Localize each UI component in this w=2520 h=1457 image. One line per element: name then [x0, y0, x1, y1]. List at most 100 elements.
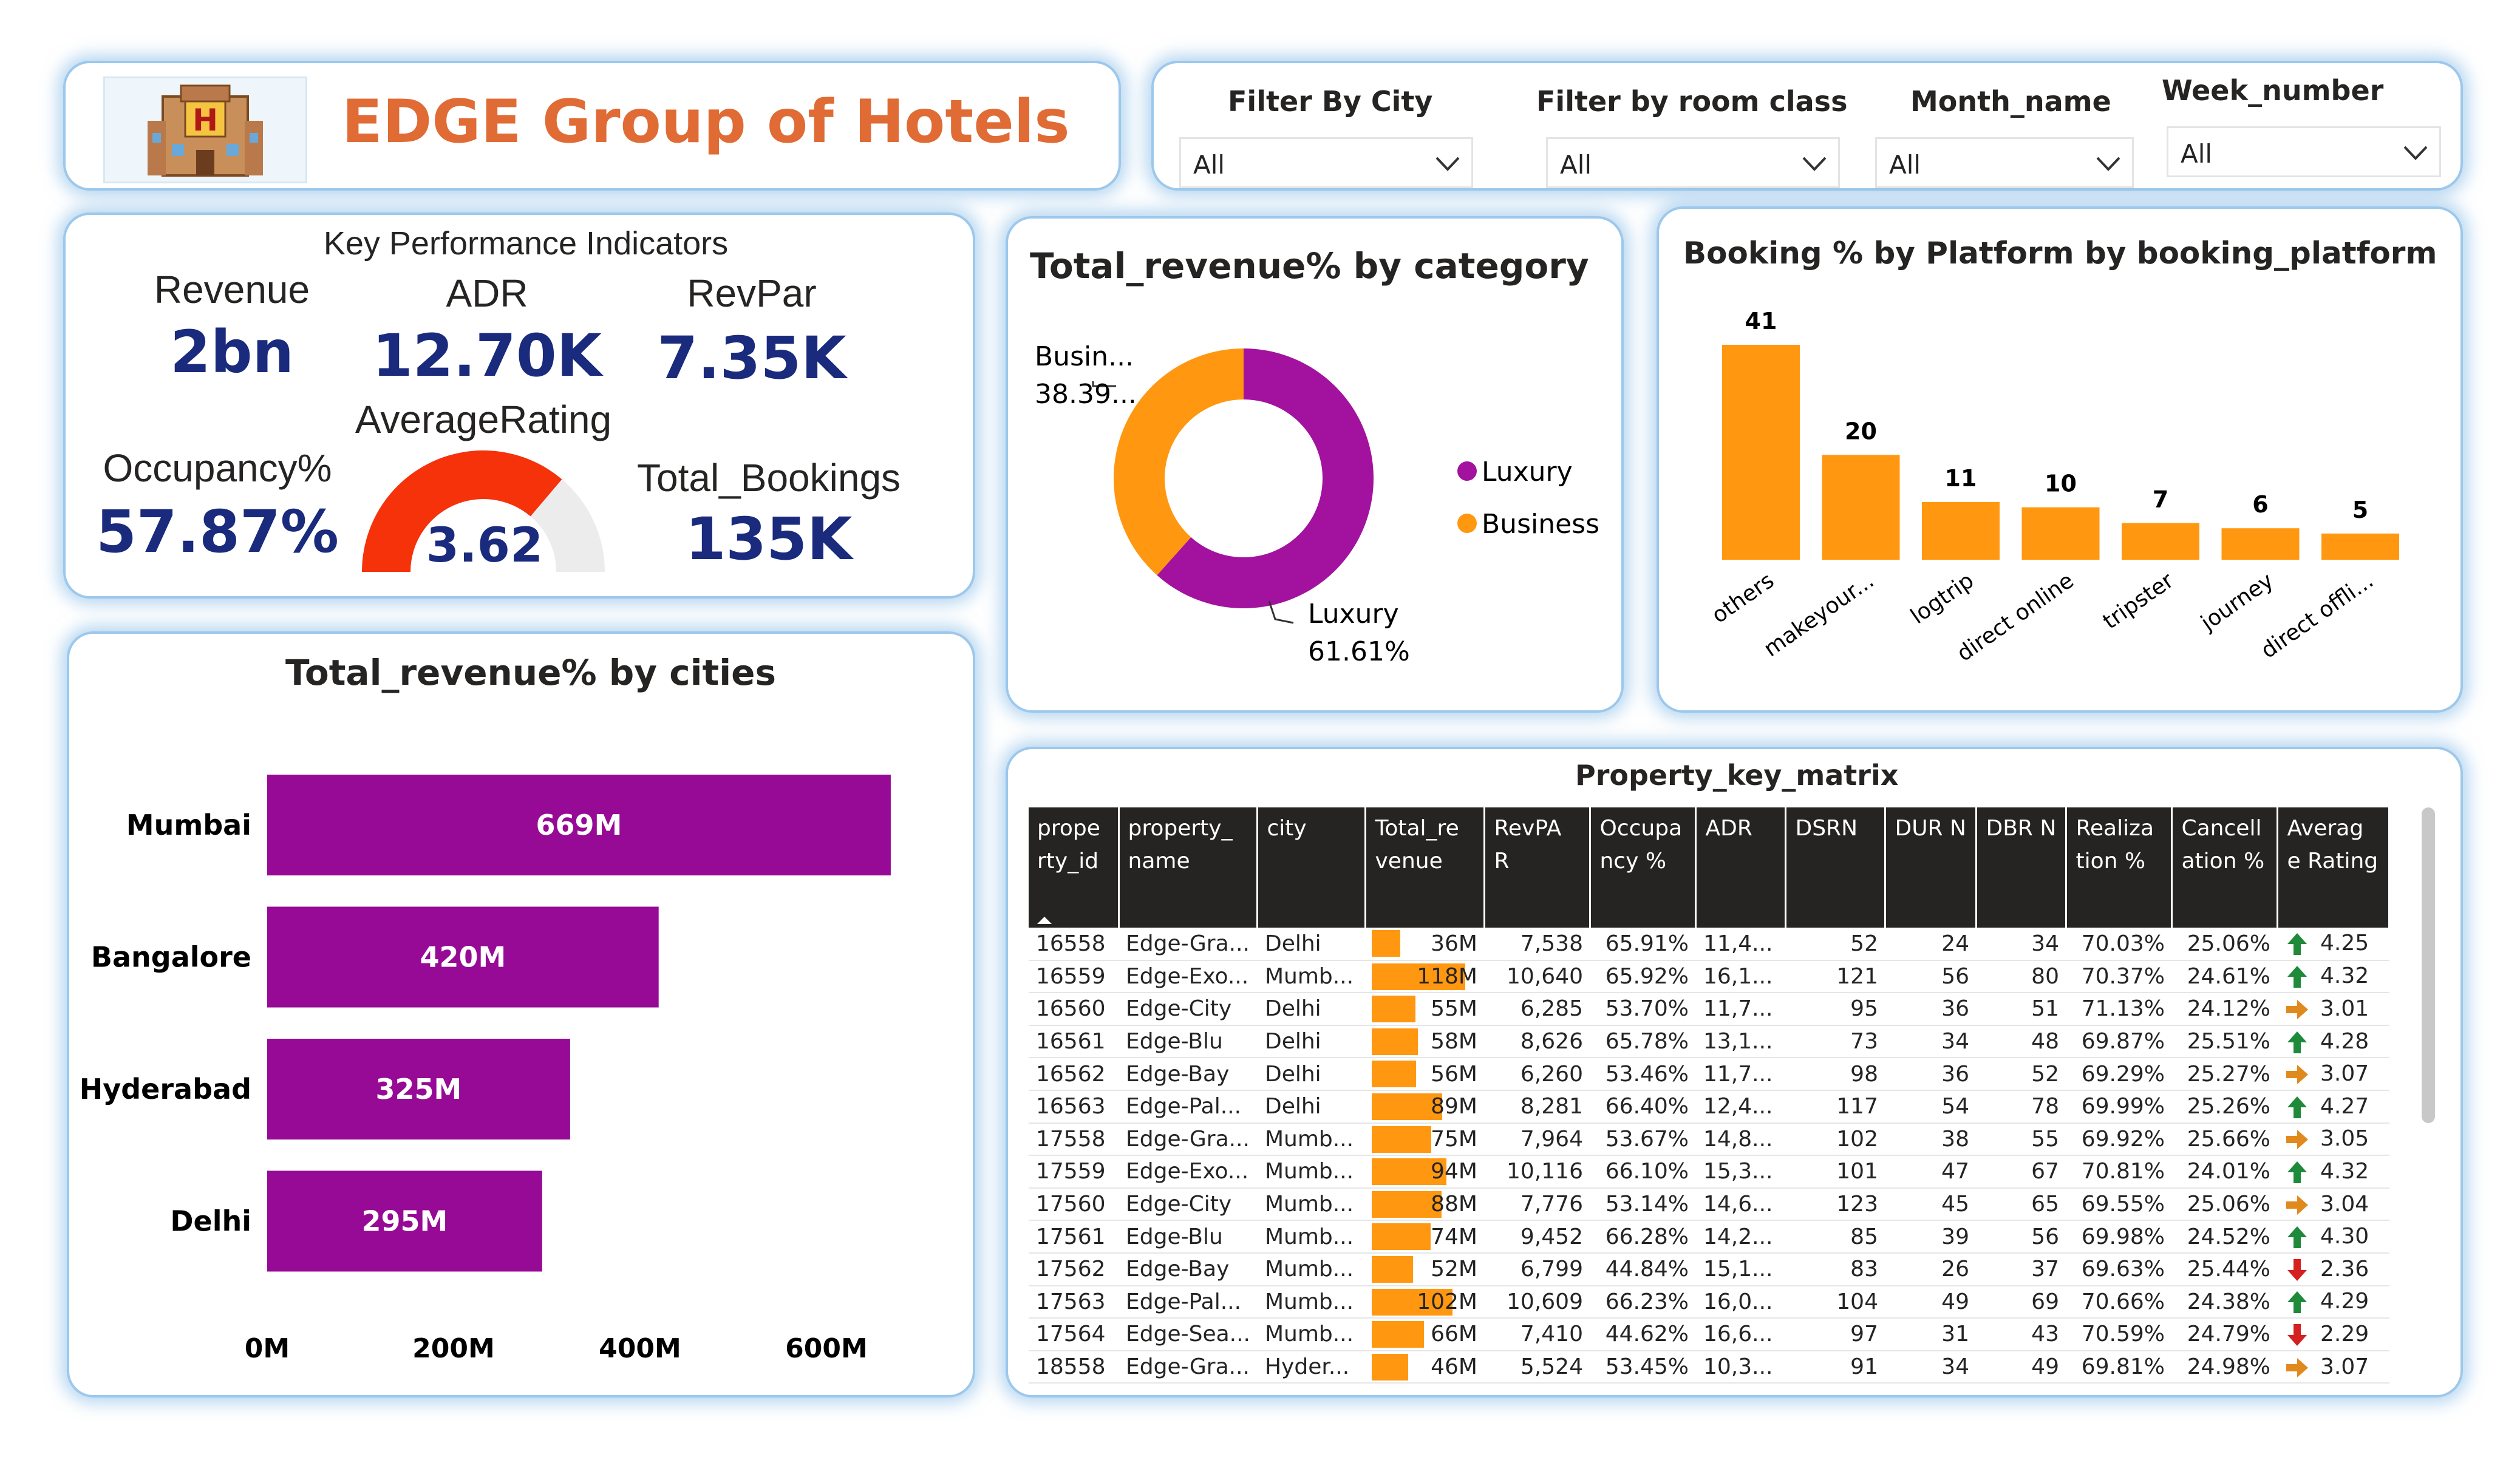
table-cell: 16558	[1029, 928, 1119, 961]
platform-bar[interactable]	[1722, 345, 1800, 560]
week-filter-dropdown[interactable]: All	[2167, 126, 2441, 177]
table-row[interactable]: 17564 Edge-Sea... Mumb... 66M 7,410 44.62% 16,…	[1029, 1318, 2389, 1351]
total-revenue-value: 102M	[1417, 1289, 1477, 1314]
hotel-building-icon: H	[148, 84, 263, 177]
column-header[interactable]: DUR N	[1885, 807, 1978, 928]
table-cell: 48	[1976, 1025, 2066, 1059]
total-revenue-cell: 102M	[1365, 1285, 1485, 1319]
table-row[interactable]: 16560 Edge-City Delhi 55M 6,285 53.70% 11,7...…	[1029, 993, 2389, 1026]
table-cell: 17560	[1029, 1187, 1119, 1221]
platform-bar-value: 10	[2045, 470, 2077, 497]
table-cell: 52	[1976, 1058, 2066, 1091]
room-class-filter-dropdown[interactable]: All	[1546, 137, 1840, 188]
platform-bar[interactable]	[2122, 523, 2199, 560]
month-filter-dropdown[interactable]: All	[1875, 137, 2134, 188]
arrow-down-icon	[2287, 1323, 2307, 1346]
column-header[interactable]: Total_re venue	[1365, 807, 1486, 928]
table-cell: 7,964	[1484, 1122, 1590, 1156]
table-cell: 71.13%	[2066, 993, 2172, 1026]
column-header[interactable]: Cancell ation %	[2171, 807, 2279, 928]
table-cell: 17558	[1029, 1122, 1119, 1156]
table-cell: 7,538	[1484, 928, 1590, 961]
column-header[interactable]: Occupa ncy %	[1590, 807, 1697, 928]
platform-bar-value: 11	[1945, 465, 1977, 492]
revenue-databar	[1371, 1321, 1425, 1348]
table-row[interactable]: 16561 Edge-Blu Delhi 58M 8,626 65.78% 13,1... 7…	[1029, 1025, 2389, 1059]
table-cell: 11,7...	[1695, 1058, 1786, 1091]
platform-bar[interactable]	[1822, 455, 1900, 560]
total-revenue-cell: 55M	[1365, 993, 1485, 1026]
month-filter-value: All	[1889, 150, 1921, 180]
table-scrollbar[interactable]	[2422, 807, 2435, 1123]
table-cell: 24.79%	[2171, 1318, 2278, 1351]
table-cell: Mumb...	[1257, 1285, 1366, 1319]
business-slice-label: Busin...	[1035, 341, 1134, 372]
column-header[interactable]: Averag e Rating	[2277, 807, 2391, 928]
platform-category-label: makeyour...	[1759, 568, 1878, 662]
table-cell: 14,6...	[1695, 1187, 1786, 1221]
total-revenue-cell: 118M	[1365, 960, 1485, 994]
column-header[interactable]: Realiza tion %	[2066, 807, 2173, 928]
column-header[interactable]: prope rty_id	[1029, 807, 1120, 928]
column-header[interactable]: ADR	[1695, 807, 1787, 928]
arrow-right-icon	[2286, 1195, 2308, 1215]
kpi-title: Key Performance Indicators	[323, 225, 729, 262]
table-cell: 44.84%	[1590, 1252, 1696, 1286]
table-cell: Edge-City	[1119, 1187, 1258, 1221]
table-row[interactable]: 17559 Edge-Exo... Mumb... 94M 10,116 66.10% 15…	[1029, 1155, 2389, 1189]
platform-bar[interactable]	[2221, 528, 2300, 560]
week-filter-label: Week_number	[2162, 74, 2384, 107]
table-cell: 13,1...	[1695, 1025, 1786, 1059]
table-row[interactable]: 17562 Edge-Bay Mumb... 52M 6,799 44.84% 15,1..…	[1029, 1252, 2389, 1286]
table-cell: 43	[1976, 1318, 2066, 1351]
platform-bar[interactable]	[2021, 507, 2100, 560]
table-cell: Delhi	[1257, 1090, 1366, 1124]
table-row[interactable]: 16563 Edge-Pal... Delhi 89M 8,281 66.40% 12,4.…	[1029, 1090, 2389, 1124]
table-cell: 53.67%	[1590, 1122, 1696, 1156]
city-filter-dropdown[interactable]: All	[1179, 137, 1473, 188]
table-row[interactable]: 17561 Edge-Blu Mumb... 74M 9,452 66.28% 14,2..…	[1029, 1220, 2389, 1254]
table-cell: 17562	[1029, 1252, 1119, 1286]
platform-category-label: direct offli...	[2256, 568, 2378, 664]
table-cell: 97	[1785, 1318, 1885, 1351]
table-cell: 24.61%	[2171, 960, 2278, 994]
table-row[interactable]: 17563 Edge-Pal... Mumb... 102M 10,609 66.23% 1…	[1029, 1285, 2389, 1319]
table-cell: Mumb...	[1257, 1318, 1366, 1351]
platform-bar[interactable]	[2321, 533, 2399, 560]
matrix-title: Property_key_matrix	[1575, 759, 1899, 792]
table-cell: 6,260	[1484, 1058, 1590, 1091]
table-row[interactable]: 16558 Edge-Gra... Delhi 36M 7,538 65.91% 11,4.…	[1029, 928, 2389, 961]
hotel-logo: H	[103, 76, 307, 183]
table-cell: 80	[1976, 960, 2066, 994]
table-cell: 10,3...	[1695, 1350, 1786, 1384]
table-row[interactable]: 17558 Edge-Gra... Mumb... 75M 7,964 53.67% 14,…	[1029, 1122, 2389, 1156]
table-cell: 10,609	[1484, 1285, 1590, 1319]
table-cell: 85	[1785, 1220, 1885, 1254]
table-cell: 38	[1885, 1122, 1977, 1156]
table-cell: 17563	[1029, 1285, 1119, 1319]
revenue-value: 2bn	[170, 318, 294, 386]
table-cell: 54	[1885, 1090, 1977, 1124]
table-row[interactable]: 17560 Edge-City Mumb... 88M 7,776 53.14% 14,6.…	[1029, 1187, 2389, 1221]
table-cell: Edge-Exo...	[1119, 1155, 1258, 1189]
column-header[interactable]: DSRN	[1785, 807, 1887, 928]
arrow-up-icon	[2287, 1096, 2307, 1118]
table-cell: Mumb...	[1257, 1252, 1366, 1286]
table-row[interactable]: 16562 Edge-Bay Delhi 56M 6,260 53.46% 11,7... 9…	[1029, 1058, 2389, 1091]
chevron-down-icon	[2403, 146, 2428, 160]
table-row[interactable]: 18558 Edge-Gra... Hyder... 46M 5,524 53.45% 10…	[1029, 1350, 2389, 1384]
occupancy-value: 57.87%	[96, 498, 339, 566]
table-row[interactable]: 16559 Edge-Exo... Mumb... 118M 10,640 65.92% 1…	[1029, 960, 2389, 994]
city-category-label: Bangalore	[91, 941, 251, 974]
average-rating-cell: 4.32	[2277, 1155, 2389, 1189]
table-cell: Edge-Exo...	[1119, 960, 1258, 994]
table-cell: 69.92%	[2066, 1122, 2172, 1156]
column-header[interactable]: DBR N	[1976, 807, 2068, 928]
column-header[interactable]: city	[1257, 807, 1367, 928]
column-header[interactable]: property_ name	[1119, 807, 1259, 928]
average-rating-cell: 3.07	[2277, 1058, 2389, 1091]
platform-bar[interactable]	[1922, 502, 2000, 560]
table-cell: 69.99%	[2066, 1090, 2172, 1124]
column-header[interactable]: RevPA R	[1484, 807, 1592, 928]
average-rating-cell: 3.01	[2277, 993, 2389, 1026]
